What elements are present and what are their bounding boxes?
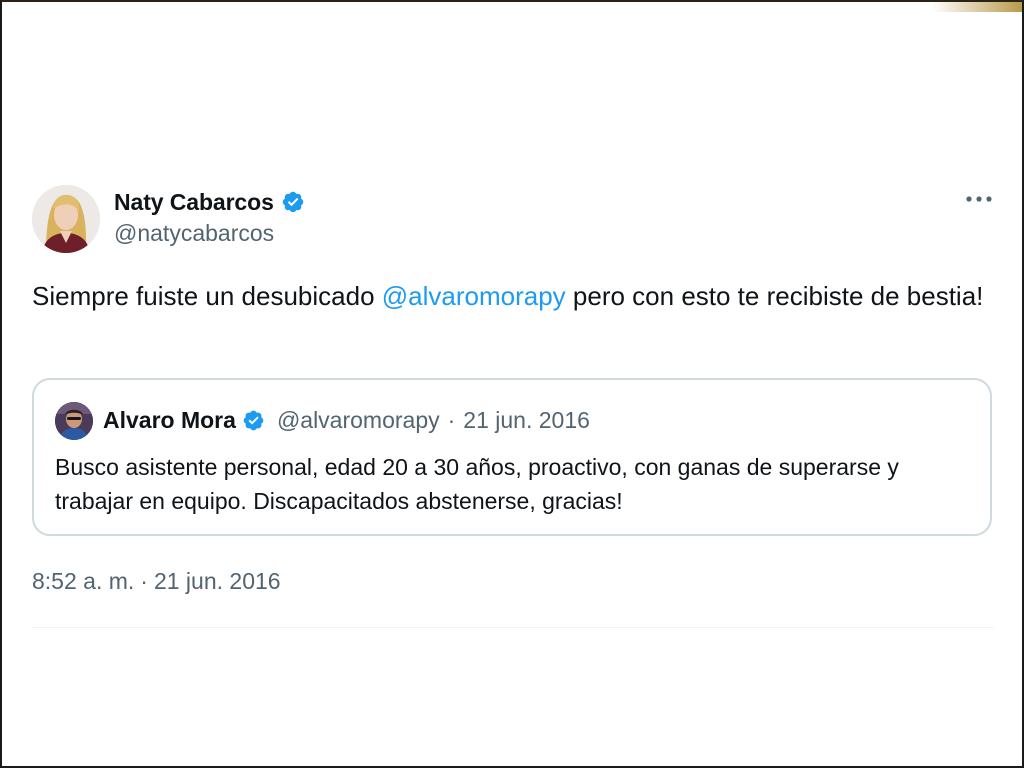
quoted-separator: · bbox=[447, 406, 456, 433]
quoted-date[interactable]: 21 jun. 2016 bbox=[463, 407, 590, 434]
quoted-tweet[interactable]: Alvaro Mora @alvaromorapy · 21 jun. 2016… bbox=[32, 378, 992, 536]
timestamp-time[interactable]: 8:52 a. m. bbox=[32, 568, 134, 594]
tweet-text-part: pero con esto te recibiste de bestia! bbox=[565, 281, 984, 311]
verified-badge-icon bbox=[282, 191, 304, 213]
screenshot-frame: Naty Cabarcos @natycabarcos Siempre fuis… bbox=[0, 0, 1024, 768]
author-display-name[interactable]: Naty Cabarcos bbox=[114, 189, 274, 216]
corner-decoration bbox=[932, 2, 1022, 12]
tweet-text: Siempre fuiste un desubicado @alvaromora… bbox=[32, 278, 994, 314]
tweet-text-part: Siempre fuiste un desubicado bbox=[32, 281, 382, 311]
author-avatar[interactable] bbox=[32, 185, 100, 253]
tweet-timestamp: 8:52 a. m. · 21 jun. 2016 bbox=[32, 568, 281, 595]
quoted-text: Busco asistente personal, edad 20 a 30 a… bbox=[55, 454, 899, 514]
verified-badge-icon bbox=[243, 410, 264, 430]
author-name-row[interactable]: Naty Cabarcos bbox=[114, 187, 305, 217]
more-options-icon[interactable] bbox=[964, 186, 994, 212]
quoted-handle[interactable]: @alvaromorapy bbox=[277, 407, 440, 434]
quoted-header: Alvaro Mora @alvaromorapy · 21 jun. 2016 bbox=[103, 405, 590, 435]
timestamp-date[interactable]: 21 jun. 2016 bbox=[154, 568, 281, 594]
mention-link[interactable]: @alvaromorapy bbox=[382, 281, 566, 311]
quoted-author-avatar[interactable] bbox=[55, 402, 93, 440]
author-handle[interactable]: @natycabarcos bbox=[114, 220, 274, 247]
tweet: Naty Cabarcos @natycabarcos Siempre fuis… bbox=[32, 180, 996, 630]
quoted-display-name[interactable]: Alvaro Mora bbox=[103, 407, 236, 434]
timestamp-separator: · bbox=[140, 568, 148, 594]
divider bbox=[32, 627, 994, 628]
